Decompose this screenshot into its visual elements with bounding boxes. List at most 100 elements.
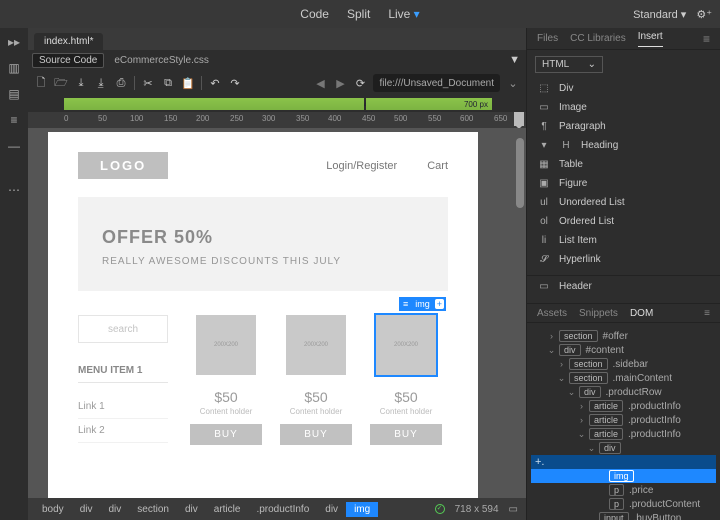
tree-twisty-icon[interactable]: › — [577, 401, 586, 411]
insert-item[interactable]: olOrdered List — [535, 212, 712, 231]
crumb-item[interactable]: section — [129, 502, 177, 517]
tree-twisty-icon[interactable]: › — [577, 415, 586, 425]
nav-back-icon[interactable]: ◀ — [313, 77, 327, 90]
new-file-icon[interactable]: 🗋 — [34, 74, 48, 93]
source-code-button[interactable]: Source Code — [32, 53, 104, 68]
insert-item[interactable]: ▣Figure — [535, 174, 712, 193]
nav-cart[interactable]: Cart — [427, 160, 448, 172]
tab-snippets[interactable]: Snippets — [579, 308, 618, 319]
insert-item[interactable]: ▾HHeading — [535, 136, 712, 155]
dom-node[interactable]: ⌄div.productRow — [531, 385, 716, 399]
search-input[interactable]: search — [78, 315, 168, 343]
dom-node[interactable]: ›section.sidebar — [531, 357, 716, 371]
tab-assets[interactable]: Assets — [537, 308, 567, 319]
redo-icon[interactable]: ↷ — [228, 77, 242, 90]
tree-twisty-icon[interactable]: ⌄ — [577, 429, 586, 440]
crumb-item[interactable]: .productInfo — [248, 502, 317, 517]
save-icon[interactable]: ⤓ — [74, 77, 88, 90]
crumb-item[interactable]: article — [206, 502, 249, 517]
buy-button[interactable]: BUY — [190, 424, 262, 445]
mode-code[interactable]: Code — [300, 7, 329, 21]
panel-menu-icon[interactable]: ≡ — [703, 32, 710, 46]
crumb-item[interactable]: div — [317, 502, 346, 517]
dom-node[interactable]: ›section#offer — [531, 329, 716, 343]
insert-item[interactable]: ulUnordered List — [535, 193, 712, 212]
insert-item[interactable]: ⬚Div — [535, 79, 712, 98]
dom-node[interactable]: p.price — [531, 483, 716, 497]
buy-button[interactable]: BUY — [370, 424, 442, 445]
insert-item[interactable]: liList Item — [535, 231, 712, 250]
related-file[interactable]: eCommerceStyle.css — [108, 54, 214, 67]
crumb-item[interactable]: div — [72, 502, 101, 517]
tab-insert[interactable]: Insert — [638, 31, 663, 47]
dom-node[interactable]: ⌄article.productInfo — [531, 427, 716, 441]
crumb-item[interactable]: div — [100, 502, 129, 517]
tree-twisty-icon[interactable]: ⌄ — [587, 443, 596, 454]
tab-cc-libraries[interactable]: CC Libraries — [570, 33, 626, 44]
mq-range-2[interactable]: 700 px — [366, 98, 492, 110]
dom-node[interactable]: ›article.productInfo — [531, 413, 716, 427]
undo-icon[interactable]: ↶ — [208, 77, 222, 90]
css-designer-icon[interactable]: ≡ — [6, 112, 22, 128]
sync-settings-icon[interactable]: ⚙⁺ — [696, 8, 712, 21]
open-file-icon[interactable]: 🗁 — [54, 74, 68, 93]
reload-icon[interactable]: ⟳ — [353, 77, 367, 90]
viewport-width-handle[interactable] — [514, 112, 524, 126]
vertical-scrollbar[interactable] — [516, 138, 524, 208]
tree-twisty-icon[interactable]: ⌄ — [567, 387, 576, 398]
crumb-item[interactable]: body — [34, 502, 72, 517]
dom-node-selected[interactable]: img — [531, 469, 716, 483]
extract-icon[interactable]: ▥ — [6, 60, 22, 76]
dom-node[interactable]: ›article.productInfo — [531, 399, 716, 413]
page-preview[interactable]: LOGO Login/Register Cart OFFER 50% REALL… — [48, 132, 478, 498]
insert-item[interactable]: ¶Paragraph — [535, 117, 712, 136]
save-all-icon[interactable]: ⤓̲ — [94, 77, 108, 90]
insert-header-row[interactable]: ▭ Header — [527, 275, 720, 297]
mode-live[interactable]: Live ▾ — [388, 7, 419, 21]
insert-panel-icon[interactable]: ▤ — [6, 86, 22, 102]
menu-link[interactable]: Link 1 — [78, 395, 168, 419]
dom-node[interactable]: ⌄section.mainContent — [531, 371, 716, 385]
mq-range-1[interactable]: 480 px — [64, 98, 364, 110]
dom-node[interactable]: p.productContent — [531, 497, 716, 511]
tree-twisty-icon[interactable]: ⌄ — [557, 373, 566, 384]
no-errors-icon[interactable] — [435, 504, 445, 514]
insert-item[interactable]: 𝓢Hyperlink — [535, 250, 712, 269]
nav-login[interactable]: Login/Register — [326, 160, 397, 172]
address-bar[interactable]: file:///Unsaved_Document — [373, 74, 500, 92]
workspace-switcher[interactable]: Standard ▾ — [633, 8, 686, 21]
cut-icon[interactable]: ✂ — [141, 77, 155, 90]
dom-node[interactable]: ⌄div — [531, 441, 716, 455]
tab-files[interactable]: Files — [537, 33, 558, 44]
tree-twisty-icon[interactable]: ⌄ — [547, 345, 556, 356]
files-icon[interactable]: — — [6, 138, 22, 154]
address-dropdown-icon[interactable]: ⌄ — [506, 77, 520, 90]
print-icon[interactable]: ⎙ — [114, 77, 128, 90]
tab-dom[interactable]: DOM — [630, 308, 653, 319]
tree-twisty-icon[interactable]: › — [557, 359, 566, 369]
paste-icon[interactable]: 📋 — [181, 77, 195, 90]
device-preview-icon[interactable]: ▭ — [509, 504, 518, 515]
copy-icon[interactable]: ⧉ — [161, 77, 175, 90]
mode-split[interactable]: Split — [347, 7, 370, 21]
hud-add-icon[interactable]: + — [435, 299, 444, 309]
panel-menu-icon[interactable]: ≡ — [704, 308, 710, 319]
dom-node[interactable]: input.buyButton — [531, 511, 716, 520]
insert-item[interactable]: ▭Image — [535, 98, 712, 117]
filter-icon[interactable]: ▼ — [509, 54, 520, 66]
hud-menu-icon[interactable]: ≡ — [401, 299, 410, 309]
more-icon[interactable]: ⋯ — [6, 182, 22, 198]
dom-insert-line[interactable]: +. — [531, 455, 716, 469]
media-query-bar[interactable]: 480 px 700 px — [28, 96, 526, 112]
product-image-placeholder[interactable]: 200X200 — [376, 315, 436, 375]
dom-node[interactable]: ⌄div#content — [531, 343, 716, 357]
product-card-selected[interactable]: ≡ img + 200X200 $50 Content holder BUY — [370, 315, 442, 445]
nav-forward-icon[interactable]: ▶ — [333, 77, 347, 90]
crumb-item[interactable]: div — [177, 502, 206, 517]
file-tab[interactable]: index.html* — [34, 33, 103, 50]
insert-category-select[interactable]: HTML⌄ — [535, 56, 603, 73]
buy-button[interactable]: BUY — [280, 424, 352, 445]
dock-toggle-icon[interactable]: ▸▸ — [6, 34, 22, 50]
crumb-item-active[interactable]: img — [346, 502, 378, 517]
tree-twisty-icon[interactable]: › — [547, 331, 556, 341]
